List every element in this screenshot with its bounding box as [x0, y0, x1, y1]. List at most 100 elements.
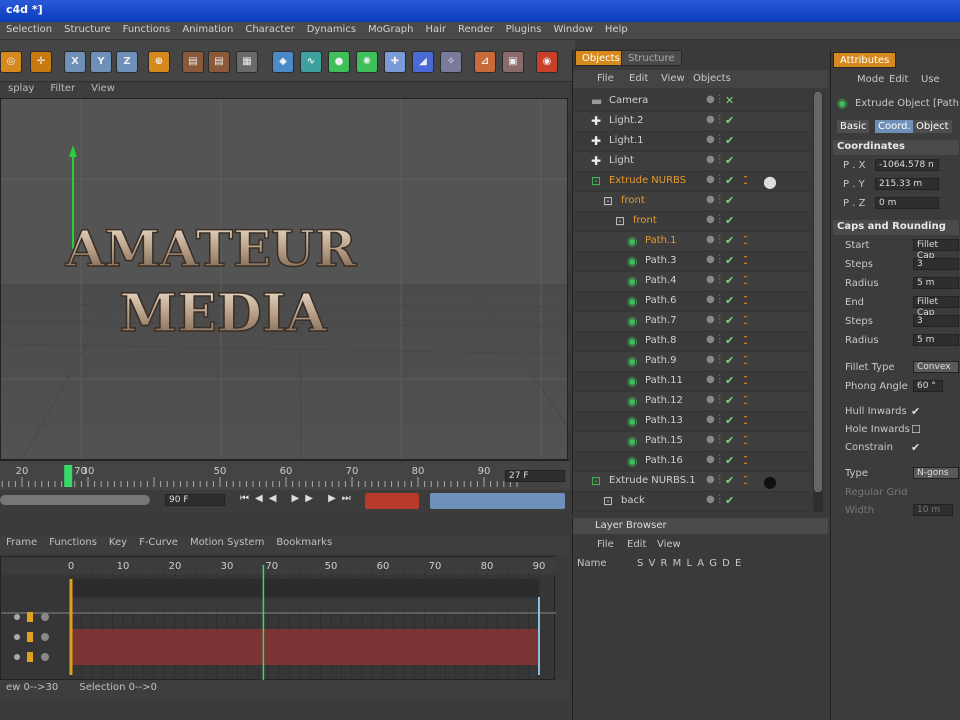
fcurve-editor[interactable]: 0 10 20 30 50 60 70 80 90 70 — [0, 556, 556, 681]
visibility-dots-icon[interactable]: ●⋮ — [706, 494, 725, 505]
fcurve-menu-frame[interactable]: Frame — [0, 536, 43, 549]
nurbs-icon[interactable]: ● — [328, 51, 350, 73]
viewport-menu-view[interactable]: View — [83, 82, 123, 95]
visibility-dots-icon[interactable]: ●⋮ — [706, 294, 725, 305]
fillet-type-select[interactable]: Convex — [913, 361, 959, 373]
menu-plugins[interactable]: Plugins — [500, 24, 548, 35]
viewport-menu-splay[interactable]: splay — [0, 82, 42, 95]
checkmark-icon[interactable]: ✔ — [911, 405, 920, 418]
enabled-check-icon[interactable]: ✕ — [725, 94, 734, 107]
layer-menu-view[interactable]: View — [657, 539, 681, 550]
enabled-check-icon[interactable]: ✔ — [725, 234, 734, 247]
cube-icon[interactable]: ◆ — [272, 51, 294, 73]
transport-buttons[interactable]: ⏮◀◀ ▶▶ ▶⏭ — [240, 493, 357, 504]
caps-field[interactable]: Fillet Cap — [913, 296, 959, 318]
visibility-dots-icon[interactable]: ●⋮ — [706, 134, 725, 145]
light-tool-icon[interactable]: ▣ — [502, 51, 524, 73]
visibility-dots-icon[interactable]: ●⋮ — [706, 314, 725, 325]
object-row[interactable]: ⊡ back ●⋮ ✔ — [573, 492, 811, 512]
visibility-dots-icon[interactable]: ●⋮ — [706, 414, 725, 425]
attribute-menu-edit[interactable]: Edit — [889, 74, 908, 85]
object-menu-edit[interactable]: Edit — [629, 73, 648, 84]
environment-icon[interactable]: ✧ — [440, 51, 462, 73]
object-row[interactable]: ✚ Light.2 ●⋮ ✔ — [573, 112, 811, 132]
object-menu-view[interactable]: View — [661, 73, 685, 84]
z-axis-button[interactable]: Z — [116, 51, 138, 73]
caps-field[interactable]: 5 m — [913, 277, 959, 289]
enabled-check-icon[interactable]: ✔ — [725, 414, 734, 427]
width-field[interactable]: 10 m — [913, 504, 953, 516]
visibility-dots-icon[interactable]: ●⋮ — [706, 174, 725, 185]
render-view-icon[interactable]: ▤ — [182, 51, 204, 73]
enabled-check-icon[interactable]: ✔ — [725, 274, 734, 287]
coord-field[interactable]: -1064.578 n — [875, 159, 939, 171]
coord-field[interactable]: 0 m — [875, 197, 939, 209]
menu-animation[interactable]: Animation — [176, 24, 239, 35]
key-mode-icon[interactable] — [430, 493, 565, 509]
object-row[interactable]: ◉ Path.6 ●⋮ ✔ ⁚⁚ — [573, 292, 811, 312]
object-row[interactable]: ◉ Path.9 ●⋮ ✔ ⁚⁚ — [573, 352, 811, 372]
object-row[interactable]: ✚ Light ●⋮ ✔ — [573, 152, 811, 172]
menu-window[interactable]: Window — [547, 24, 598, 35]
visibility-dots-icon[interactable]: ●⋮ — [706, 274, 725, 285]
caps-field[interactable]: Fillet Cap — [913, 239, 959, 261]
y-axis-button[interactable]: Y — [90, 51, 112, 73]
unchecked-box-icon[interactable]: ☐ — [911, 423, 921, 436]
menu-character[interactable]: Character — [239, 24, 300, 35]
tag-icon[interactable]: ⁚⁚ — [743, 234, 748, 247]
enabled-check-icon[interactable]: ✔ — [725, 214, 734, 227]
tag-icon[interactable]: ⁚⁚ — [743, 454, 748, 467]
enabled-check-icon[interactable]: ✔ — [725, 114, 734, 127]
visibility-dots-icon[interactable]: ●⋮ — [706, 254, 725, 265]
tag-icon[interactable]: ⁚⁚ — [743, 374, 748, 387]
enabled-check-icon[interactable]: ✔ — [725, 254, 734, 267]
time-slider[interactable] — [0, 495, 150, 505]
array-icon[interactable]: ✺ — [356, 51, 378, 73]
visibility-dots-icon[interactable]: ●⋮ — [706, 234, 725, 245]
visibility-dots-icon[interactable]: ●⋮ — [706, 454, 725, 465]
viewport-menu-filter[interactable]: Filter — [42, 82, 83, 95]
x-axis-button[interactable]: X — [64, 51, 86, 73]
object-row[interactable]: ✚ Light.1 ●⋮ ✔ — [573, 132, 811, 152]
enabled-check-icon[interactable]: ✔ — [725, 454, 734, 467]
enabled-check-icon[interactable]: ✔ — [725, 154, 734, 167]
object-row[interactable]: ⊡ Extrude NURBS.1 ●⋮ ✔ ⁚⁚ ● — [573, 472, 811, 492]
caps-field[interactable]: 3 — [913, 258, 959, 270]
viewport[interactable]: AMATEUR MEDIA — [0, 98, 568, 460]
caps-field[interactable]: 5 m — [913, 334, 959, 346]
enabled-check-icon[interactable]: ✔ — [725, 334, 734, 347]
tag-icon[interactable]: ⁚⁚ — [743, 334, 748, 347]
fcurve-menu-motion-system[interactable]: Motion System — [184, 536, 270, 549]
tag-icon[interactable]: ⁚⁚ — [743, 294, 748, 307]
scene-icon[interactable]: ◢ — [412, 51, 434, 73]
tag-icon[interactable]: ⁚⁚ — [743, 414, 748, 427]
render-picture-icon[interactable]: ▤ — [208, 51, 230, 73]
menu-structure[interactable]: Structure — [58, 24, 117, 35]
fcurve-menu-key[interactable]: Key — [103, 536, 133, 549]
attribute-subtab-basic[interactable]: Basic — [837, 120, 870, 133]
spline-pen-icon[interactable]: ∿ — [300, 51, 322, 73]
object-row[interactable]: ◉ Path.3 ●⋮ ✔ ⁚⁚ — [573, 252, 811, 272]
render-active-view-icon[interactable]: ◉ — [536, 51, 558, 73]
tag-icon[interactable]: ⁚⁚ — [743, 314, 748, 327]
type-select[interactable]: N-gons — [913, 467, 959, 479]
move-tool-icon[interactable]: ✛ — [30, 51, 52, 73]
menu-selection[interactable]: Selection — [0, 24, 58, 35]
attribute-menu-use[interactable]: Use — [921, 74, 940, 85]
object-row[interactable]: ◉ Path.16 ●⋮ ✔ ⁚⁚ — [573, 452, 811, 472]
visibility-dots-icon[interactable]: ●⋮ — [706, 474, 725, 485]
object-row[interactable]: ◉ Path.1 ●⋮ ✔ ⁚⁚ — [573, 232, 811, 252]
material-tag-icon[interactable]: ● — [763, 172, 777, 191]
attribute-menu-mode[interactable]: Mode — [857, 74, 884, 85]
tag-icon[interactable]: ⁚⁚ — [743, 434, 748, 447]
layer-menu-file[interactable]: File — [597, 539, 614, 550]
object-menu-objects[interactable]: Objects — [693, 73, 731, 84]
visibility-dots-icon[interactable]: ●⋮ — [706, 154, 725, 165]
menu-mograph[interactable]: MoGraph — [362, 24, 419, 35]
enabled-check-icon[interactable]: ✔ — [725, 294, 734, 307]
menu-functions[interactable]: Functions — [117, 24, 177, 35]
object-menu-file[interactable]: File — [597, 73, 614, 84]
object-row[interactable]: ▬ Camera ●⋮ ✕ — [573, 92, 811, 112]
visibility-dots-icon[interactable]: ●⋮ — [706, 214, 725, 225]
object-row[interactable]: ◉ Path.11 ●⋮ ✔ ⁚⁚ — [573, 372, 811, 392]
